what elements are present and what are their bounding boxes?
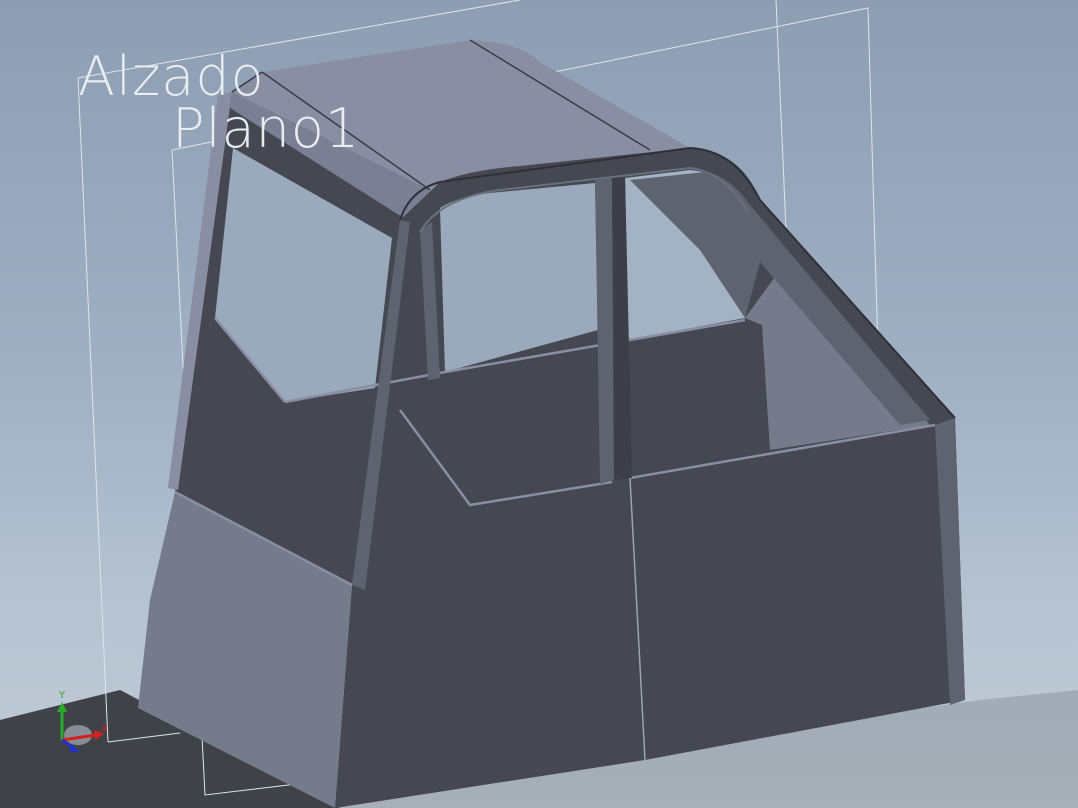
triad-x-label: X: [101, 724, 108, 735]
cab-model-scene[interactable]: [0, 0, 1078, 808]
triad-z-arrow: [70, 744, 80, 752]
reference-triad: Y X: [57, 690, 108, 752]
triad-y-arrow: [57, 702, 67, 712]
plane1-label[interactable]: Plano1: [172, 102, 360, 156]
graphics-viewport[interactable]: Alzado Plano1 Y X: [0, 0, 1078, 808]
triad-y-label: Y: [58, 690, 66, 701]
front-plane-label[interactable]: Alzado: [78, 50, 265, 104]
